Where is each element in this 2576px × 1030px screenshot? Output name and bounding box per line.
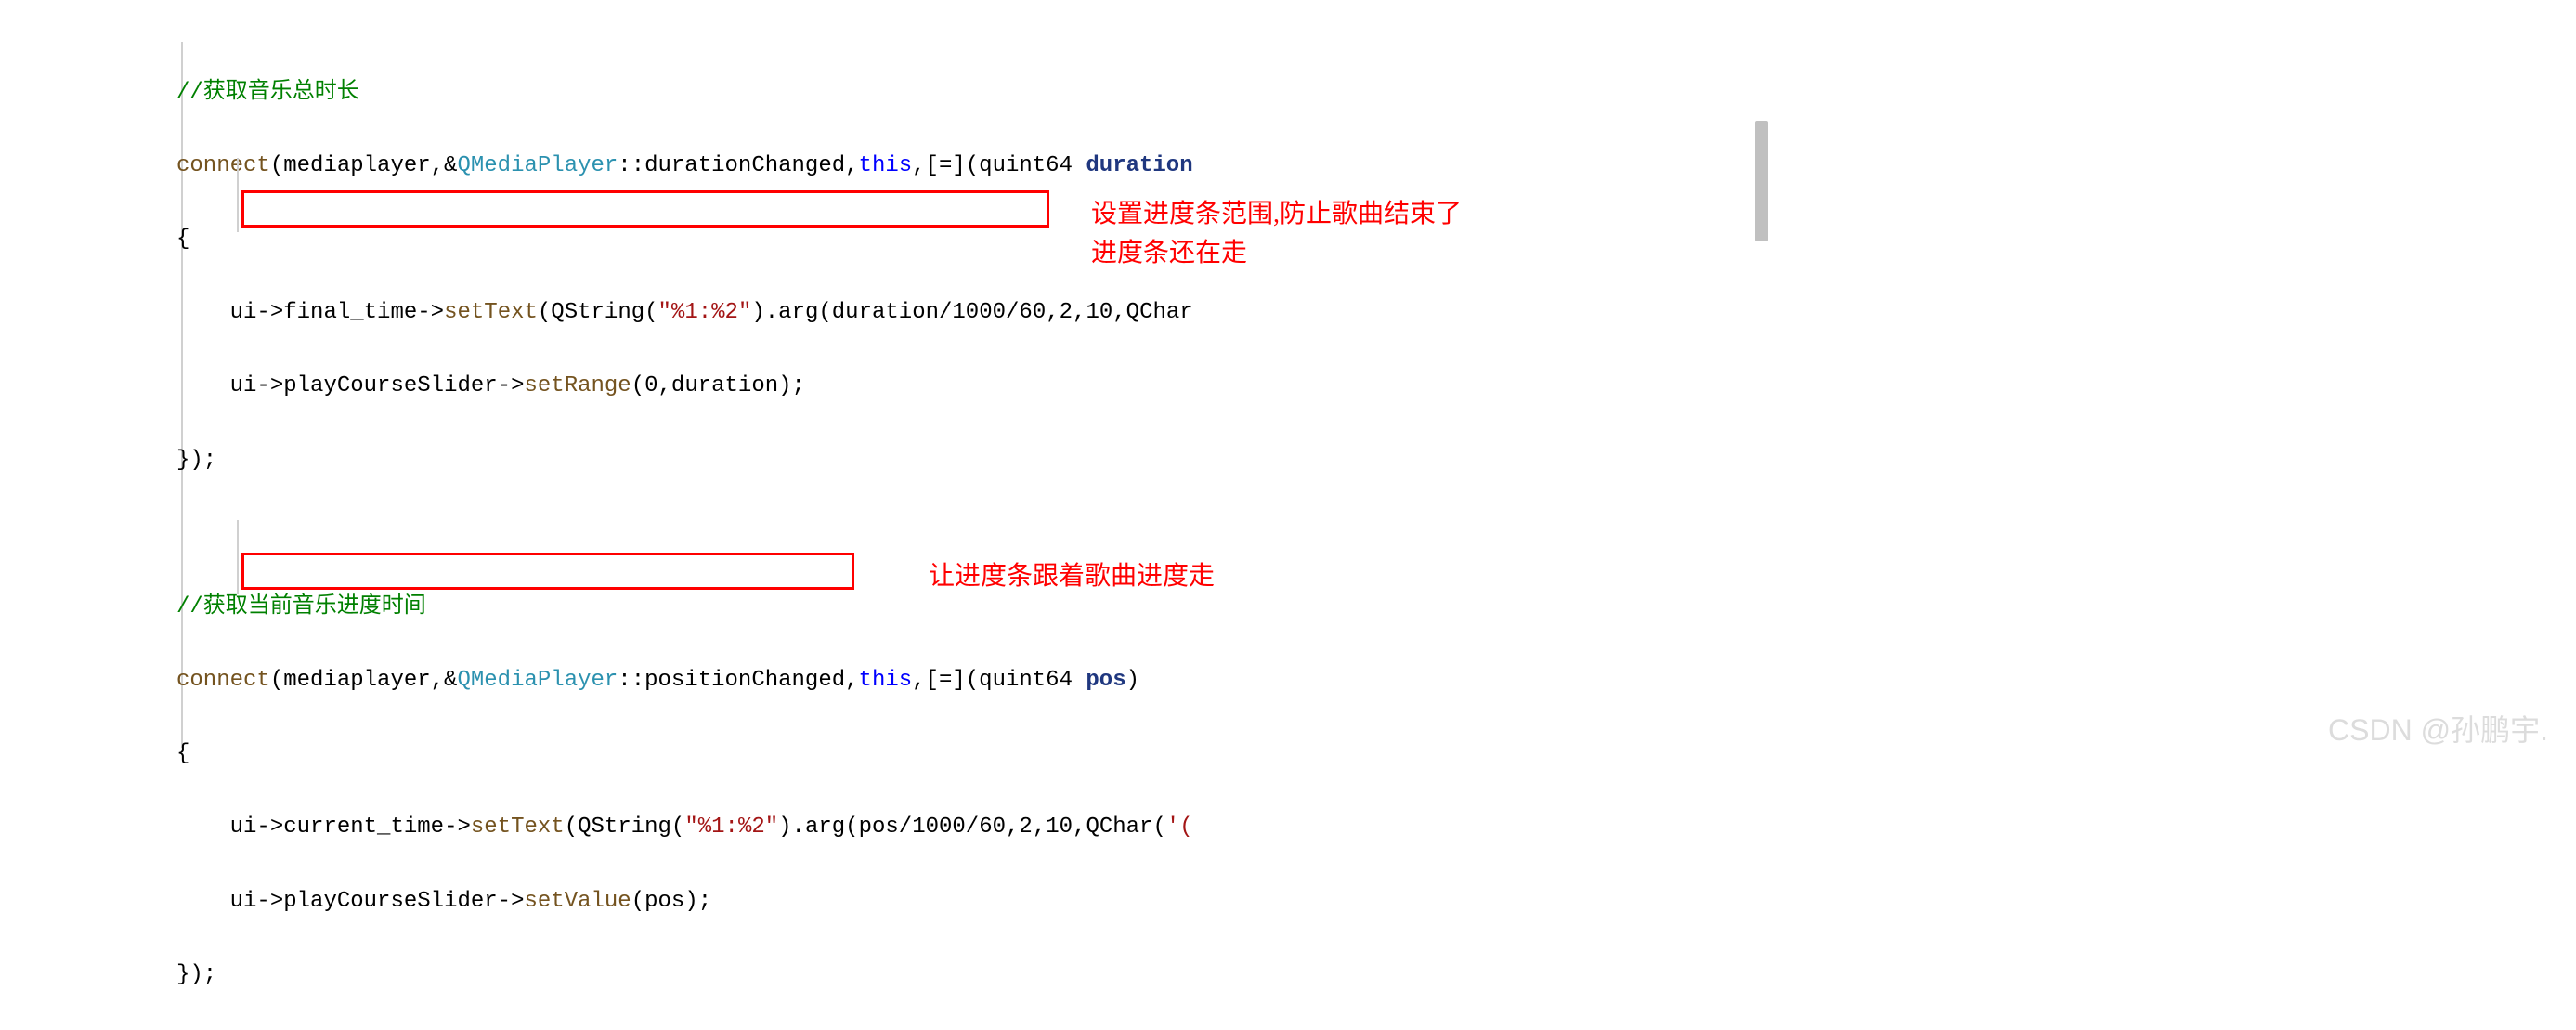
code-text: ,QChar(: [1073, 815, 1166, 840]
op: /: [966, 815, 979, 840]
arrow-op: ->: [256, 373, 283, 398]
code-line: connect(mediaplayer,&QMediaPlayer::posit…: [176, 662, 1193, 699]
comma: ,: [1073, 300, 1086, 325]
member: current_time: [283, 815, 444, 840]
number: 60: [979, 815, 1006, 840]
number: 2: [1060, 300, 1073, 325]
code-line: //获取音乐总时长: [176, 74, 1193, 111]
code-text: ): [1126, 668, 1139, 693]
comma: ,: [1046, 300, 1059, 325]
code-line: ui->current_time->setText(QString("%1:%2…: [176, 809, 1193, 846]
arrow-op: ->: [498, 889, 525, 914]
number: 2: [1019, 815, 1032, 840]
comma: ,: [1006, 815, 1019, 840]
code-text: ::durationChanged,: [618, 153, 858, 178]
brace: {: [176, 741, 189, 766]
connect-call: connect: [176, 153, 270, 178]
param-name: duration: [1086, 153, 1192, 178]
code-text: (pos);: [631, 889, 711, 914]
code-text: ).arg(duration/: [751, 300, 952, 325]
comment-text: //获取音乐总时长: [176, 80, 359, 105]
code-line: connect(mediaplayer,&QMediaPlayer::durat…: [176, 148, 1193, 185]
brace: {: [176, 227, 189, 252]
code-text: (: [631, 373, 644, 398]
code-editor[interactable]: //获取音乐总时长 connect(mediaplayer,&QMediaPla…: [176, 37, 1193, 1030]
comment-text: //获取当前音乐进度时间: [176, 594, 426, 619]
number: 1000: [912, 815, 966, 840]
code-text: ).arg(pos/: [778, 815, 912, 840]
annotation-line: 让进度条跟着歌曲进度走: [929, 562, 1215, 591]
method-call: setText: [444, 300, 538, 325]
code-line: });: [176, 442, 1193, 479]
scrollbar-thumb[interactable]: [1755, 121, 1768, 241]
indent-guide: [237, 520, 239, 594]
code-text: ,[=](quint64: [912, 153, 1086, 178]
type-name: QMediaPlayer: [457, 668, 618, 693]
code-text: ui: [230, 815, 257, 840]
arrow-op: ->: [498, 373, 525, 398]
code-text: ui: [230, 373, 257, 398]
code-text: ,duration);: [658, 373, 805, 398]
code-text: ,[=](quint64: [912, 668, 1086, 693]
method-call: setValue: [524, 889, 631, 914]
annotation-setrange: 设置进度条范围,防止歌曲结束了 进度条还在走: [1091, 195, 1462, 273]
member: playCourseSlider: [283, 889, 497, 914]
annotation-line: 进度条还在走: [1091, 234, 1462, 273]
string-literal: '(: [1166, 815, 1193, 840]
number: 0: [644, 373, 657, 398]
code-text: (QString(: [565, 815, 685, 840]
keyword-this: this: [859, 668, 913, 693]
number: 10: [1046, 815, 1073, 840]
highlight-box-setrange: [241, 190, 1049, 228]
arrow-op: ->: [417, 300, 444, 325]
comma: ,: [1033, 815, 1046, 840]
code-line: });: [176, 957, 1193, 994]
annotation-line: 设置进度条范围,防止歌曲结束了: [1091, 195, 1462, 234]
string-literal: "%1:%2": [658, 300, 752, 325]
close-brace: });: [176, 962, 216, 987]
connect-call: connect: [176, 668, 270, 693]
arrow-op: ->: [256, 300, 283, 325]
code-text: ::positionChanged,: [618, 668, 858, 693]
op: /: [1006, 300, 1019, 325]
code-text: ui: [230, 300, 257, 325]
highlight-box-setvalue: [241, 553, 854, 590]
type-name: QMediaPlayer: [457, 153, 618, 178]
keyword-this: this: [859, 153, 913, 178]
code-text: ui: [230, 889, 257, 914]
close-brace: });: [176, 448, 216, 473]
arrow-op: ->: [444, 815, 471, 840]
code-text: ,QChar: [1112, 300, 1192, 325]
method-call: setRange: [524, 373, 631, 398]
code-line: ui->final_time->setText(QString("%1:%2")…: [176, 294, 1193, 332]
member: final_time: [283, 300, 417, 325]
number: 1000: [952, 300, 1006, 325]
method-call: setText: [471, 815, 565, 840]
code-line: {: [176, 736, 1193, 773]
number: 60: [1019, 300, 1046, 325]
number: 10: [1086, 300, 1112, 325]
string-literal: "%1:%2": [684, 815, 778, 840]
code-line: ui->playCourseSlider->setValue(pos);: [176, 883, 1193, 920]
watermark: CSDN @孙鹏宇.: [2328, 707, 2548, 750]
indent-guide: [237, 158, 239, 232]
annotation-setvalue: 让进度条跟着歌曲进度走: [929, 557, 1215, 596]
arrow-op: ->: [256, 815, 283, 840]
param-name: pos: [1086, 668, 1125, 693]
member: playCourseSlider: [283, 373, 497, 398]
code-text: (QString(: [538, 300, 658, 325]
code-text: (mediaplayer,&: [270, 668, 458, 693]
code-text: (mediaplayer,&: [270, 153, 458, 178]
arrow-op: ->: [256, 889, 283, 914]
code-line: [176, 515, 1193, 553]
code-line: ui->playCourseSlider->setRange(0,duratio…: [176, 368, 1193, 405]
